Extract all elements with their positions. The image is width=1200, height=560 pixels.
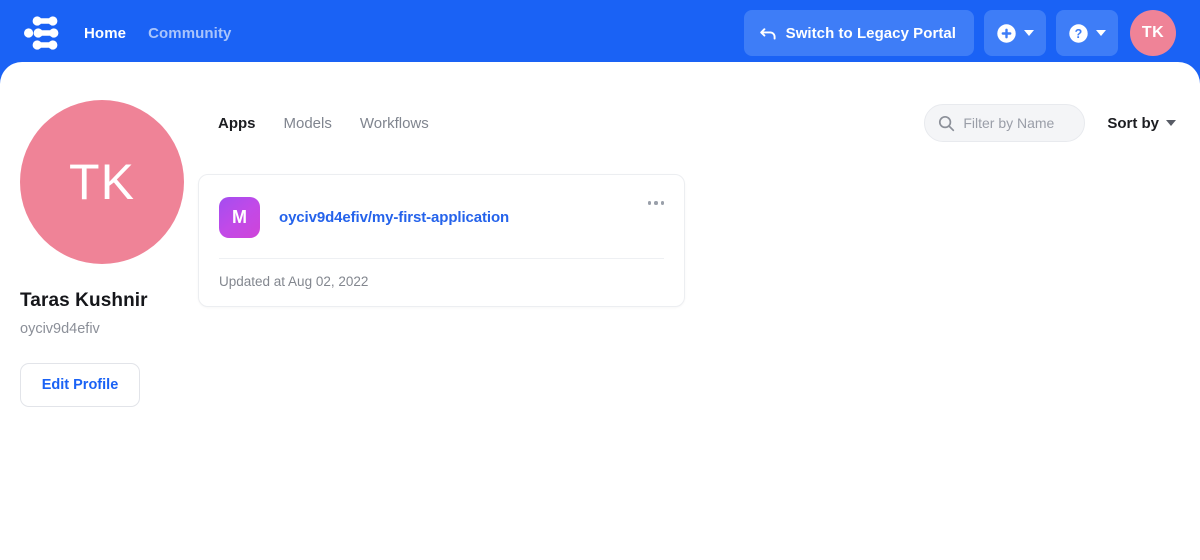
clarifai-logo-icon[interactable]	[22, 13, 68, 53]
user-avatar-initials: TK	[1141, 24, 1165, 41]
top-bar-actions: Switch to Legacy Portal ? TK	[743, 10, 1184, 56]
search-input[interactable]	[963, 115, 1074, 131]
chevron-down-icon-sort	[1166, 120, 1176, 126]
chevron-down-icon-create	[1024, 30, 1034, 36]
toolbar-controls: Sort by	[924, 104, 1180, 142]
edit-profile-label: Edit Profile	[41, 377, 119, 393]
app-updated-text: Updated at Aug 02, 2022	[219, 274, 369, 289]
main-content: Apps Models Workflows Filter by Name Sor…	[198, 100, 1180, 307]
profile-avatar: TK	[20, 100, 184, 264]
app-card[interactable]: M oyciv9d4efiv/my-first-application Upda…	[198, 174, 685, 307]
content-sheet: TK Taras Kushnir oyciv9d4efiv Edit Profi…	[0, 62, 1200, 560]
profile-handle: oyciv9d4efiv	[20, 321, 100, 337]
nav-link-community[interactable]: Community	[148, 25, 231, 42]
tab-apps[interactable]: Apps	[218, 115, 256, 132]
create-new-button[interactable]	[984, 10, 1046, 56]
profile-display-name: Taras Kushnir	[20, 290, 148, 311]
switch-to-legacy-portal-label: Switch to Legacy Portal	[785, 24, 956, 42]
profile-sidebar: TK Taras Kushnir oyciv9d4efiv Edit Profi…	[20, 100, 220, 407]
sort-by-dropdown[interactable]: Sort by	[1107, 115, 1176, 132]
tab-models[interactable]: Models	[284, 115, 332, 132]
profile-avatar-initials: TK	[69, 154, 135, 210]
ellipsis-horizontal-icon[interactable]	[644, 197, 669, 209]
resource-tabs: Apps Models Workflows	[218, 115, 429, 132]
page-root: Home Community Switch to Legacy Portal ?…	[0, 0, 1200, 560]
top-navigation-bar: Home Community Switch to Legacy Portal ?…	[0, 0, 1200, 66]
filter-search-box[interactable]	[924, 104, 1086, 142]
app-title-link[interactable]: oyciv9d4efiv/my-first-application	[279, 209, 509, 226]
chevron-down-icon-help	[1096, 30, 1106, 36]
app-avatar-icon: M	[219, 197, 260, 238]
undo-arrow-icon	[759, 26, 777, 41]
tab-workflows[interactable]: Workflows	[360, 115, 429, 132]
search-icon	[938, 115, 955, 132]
edit-profile-button[interactable]: Edit Profile	[20, 363, 140, 407]
switch-to-legacy-portal-button[interactable]: Switch to Legacy Portal	[743, 10, 974, 56]
content-toolbar: Apps Models Workflows Filter by Name Sor…	[198, 100, 1180, 146]
help-button[interactable]: ?	[1056, 10, 1118, 56]
sort-by-label: Sort by	[1107, 114, 1159, 132]
plus-circle-icon	[996, 23, 1017, 44]
app-card-header: M oyciv9d4efiv/my-first-application	[199, 175, 684, 258]
primary-nav: Home Community	[84, 25, 231, 42]
question-circle-icon: ?	[1068, 23, 1089, 44]
svg-text:?: ?	[1075, 27, 1083, 41]
app-avatar-letter: M	[232, 207, 247, 227]
nav-link-home[interactable]: Home	[84, 25, 126, 42]
user-avatar-button[interactable]: TK	[1130, 10, 1176, 56]
